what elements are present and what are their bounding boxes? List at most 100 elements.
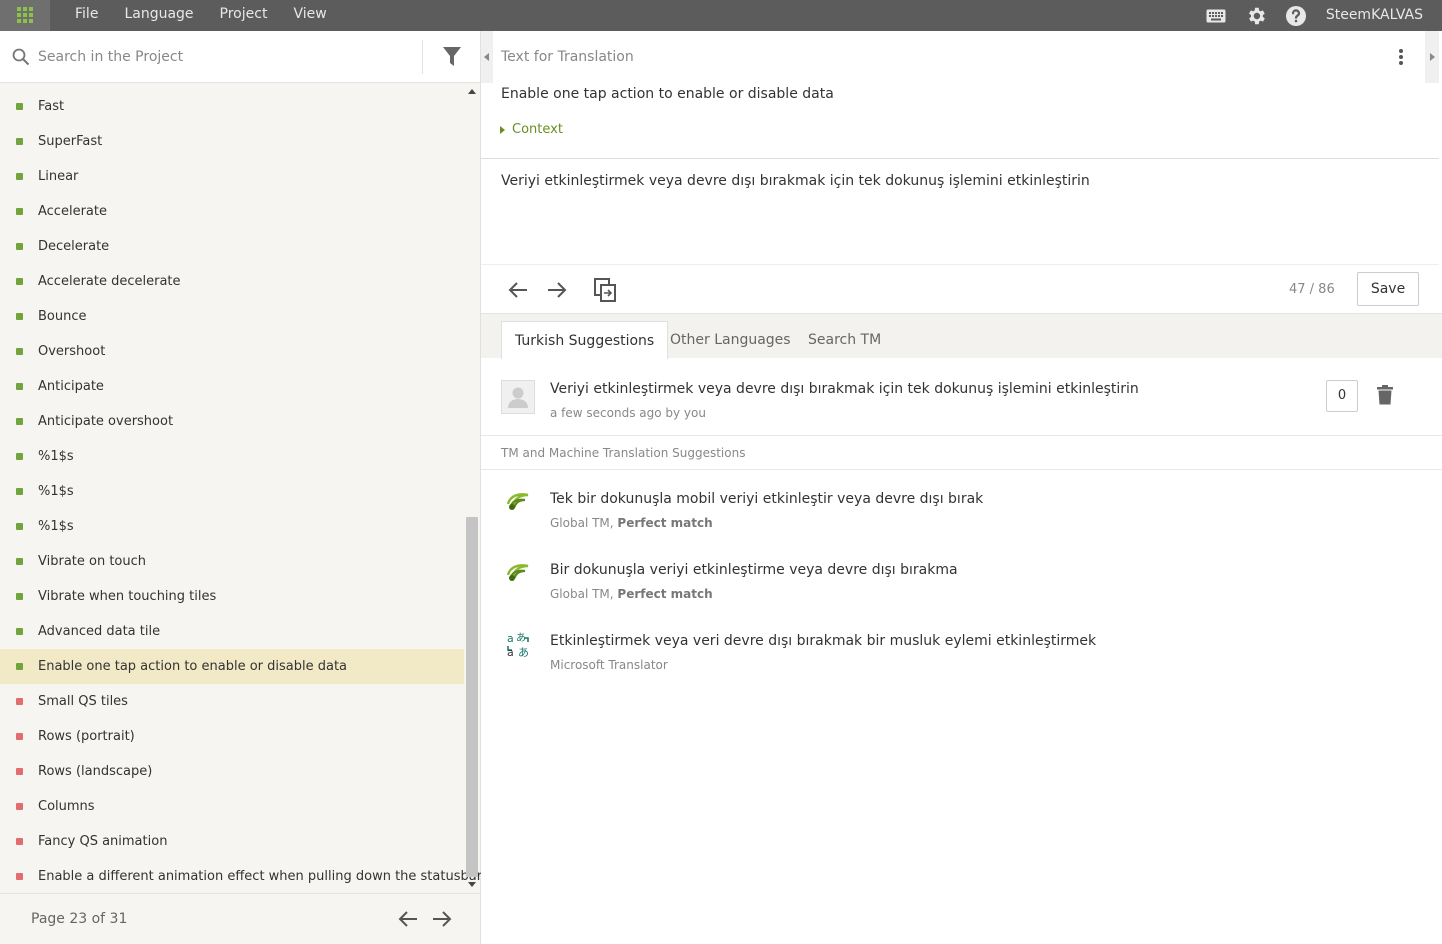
settings-button[interactable] — [1236, 0, 1276, 31]
string-list-item[interactable]: Overshoot — [0, 334, 464, 369]
translated-status-icon — [16, 208, 23, 215]
next-page-arrow-icon[interactable] — [432, 910, 452, 928]
tm-heading: TM and Machine Translation Suggestions — [481, 436, 1442, 470]
tm-suggestion-item[interactable]: Bir dokunuşla veriyi etkinleştirme veya … — [481, 546, 1442, 617]
suggestion-text[interactable]: Veriyi etkinleştirmek veya devre dışı bı… — [550, 381, 1139, 397]
string-list-item-label: Advanced data tile — [38, 624, 161, 639]
menu-view[interactable]: View — [280, 0, 339, 31]
scroll-down-arrow-icon[interactable] — [468, 882, 476, 887]
gear-icon — [1248, 7, 1265, 24]
translated-status-icon — [16, 453, 23, 460]
string-list-item-label: Overshoot — [38, 344, 106, 359]
more-options-icon[interactable] — [1393, 47, 1409, 67]
keyboard-shortcuts-button[interactable] — [1196, 0, 1236, 31]
suggestion-item[interactable]: Veriyi etkinleştirmek veya devre dışı bı… — [481, 358, 1442, 436]
context-toggle[interactable]: Context — [500, 122, 563, 137]
tab-search-tm[interactable]: Search TM — [795, 321, 894, 359]
save-button[interactable]: Save — [1357, 272, 1419, 306]
mt-suggestion-item[interactable]: a あ a あ Etkinleştirmek veya veri devre d… — [481, 617, 1442, 688]
strings-list: Fast SuperFast Linear Accelerate Decelerate A… — [0, 89, 482, 894]
string-list-item-label: Linear — [38, 169, 79, 184]
strings-scrollbar[interactable] — [464, 83, 480, 893]
microsoft-translator-icon: a あ a あ — [505, 631, 529, 657]
translation-text[interactable]: Veriyi etkinleştirmek veya devre dışı bı… — [501, 173, 1090, 189]
string-list-item[interactable]: Anticipate — [0, 369, 464, 404]
string-list-item[interactable]: Anticipate overshoot — [0, 404, 464, 439]
translated-status-icon — [16, 383, 23, 390]
svg-text:a: a — [507, 632, 514, 645]
string-list-item[interactable]: %1$s — [0, 474, 464, 509]
search-input[interactable] — [38, 45, 408, 69]
string-list-item[interactable]: SuperFast — [0, 124, 464, 159]
string-list-item[interactable]: Advanced data tile — [0, 614, 464, 649]
translated-status-icon — [16, 523, 23, 530]
filter-button[interactable] — [422, 40, 480, 74]
search-icon — [12, 48, 30, 66]
translated-status-icon — [16, 313, 23, 320]
scrollbar-thumb[interactable] — [466, 517, 478, 877]
string-list-item[interactable]: Columns — [0, 789, 464, 824]
menu-file[interactable]: File — [62, 0, 111, 31]
caret-right-icon — [500, 125, 505, 134]
string-list-item-label: Accelerate decelerate — [38, 274, 181, 289]
string-list-item[interactable]: Small QS tiles — [0, 684, 464, 719]
untranslated-status-icon — [16, 698, 23, 705]
string-list-item-label: Anticipate — [38, 379, 104, 394]
collapse-left-panel-button[interactable] — [481, 31, 493, 83]
previous-page-arrow-icon[interactable] — [398, 910, 418, 928]
string-list-item[interactable]: Enable one tap action to enable or disab… — [0, 649, 464, 684]
untranslated-status-icon — [16, 768, 23, 775]
arrow-left-icon — [508, 282, 527, 298]
string-list-item[interactable]: Fancy QS animation — [0, 824, 464, 859]
translation-editor[interactable]: Veriyi etkinleştirmek veya devre dışı bı… — [481, 160, 1439, 264]
string-list-item[interactable]: Decelerate — [0, 229, 464, 264]
untranslated-status-icon — [16, 873, 23, 880]
string-list-item[interactable]: Enable a different animation effect when… — [0, 859, 482, 894]
string-list-item[interactable]: Linear — [0, 159, 464, 194]
search-bar — [0, 31, 480, 83]
string-list-item[interactable]: Vibrate when touching tiles — [0, 579, 464, 614]
trash-icon[interactable] — [1377, 385, 1393, 405]
translated-status-icon — [16, 278, 23, 285]
editor-toolbar: 47 / 86 Save — [481, 264, 1439, 313]
apps-grid-button[interactable] — [0, 0, 50, 31]
mt-suggestion-text[interactable]: Etkinleştirmek veya veri devre dışı bıra… — [550, 633, 1096, 649]
string-list-item[interactable]: %1$s — [0, 509, 464, 544]
editor-panel: Text for Translation Enable one tap acti… — [481, 31, 1442, 944]
string-list-item[interactable]: Fast — [0, 89, 464, 124]
arrow-right-icon — [548, 282, 567, 298]
redo-button[interactable] — [544, 277, 570, 303]
string-list-item[interactable]: %1$s — [0, 439, 464, 474]
string-list-item[interactable]: Rows (landscape) — [0, 754, 464, 789]
scroll-up-arrow-icon[interactable] — [468, 89, 476, 94]
string-list-item-label: Small QS tiles — [38, 694, 128, 709]
string-list-item[interactable]: Accelerate — [0, 194, 464, 229]
global-tm-icon — [506, 493, 529, 510]
tab-other-languages[interactable]: Other Languages — [657, 321, 804, 359]
string-list-item[interactable]: Vibrate on touch — [0, 544, 464, 579]
help-icon — [1285, 5, 1306, 26]
user-placeholder-icon — [508, 387, 528, 408]
translated-status-icon — [16, 663, 23, 670]
vote-count-button[interactable]: 0 — [1326, 380, 1358, 412]
collapse-right-panel-button[interactable] — [1425, 31, 1439, 83]
string-list-item[interactable]: Rows (portrait) — [0, 719, 464, 754]
menu-language[interactable]: Language — [111, 0, 206, 31]
copy-source-button[interactable] — [592, 277, 618, 303]
tm-suggestion-item[interactable]: Tek bir dokunuşla mobil veriyi etkinleşt… — [481, 475, 1442, 546]
string-list-item-label: Vibrate on touch — [38, 554, 147, 569]
undo-button[interactable] — [505, 277, 531, 303]
string-list-item[interactable]: Accelerate decelerate — [0, 264, 464, 299]
menu-project[interactable]: Project — [207, 0, 281, 31]
help-button[interactable] — [1276, 0, 1316, 31]
string-list-item[interactable]: Bounce — [0, 299, 464, 334]
tm-suggestion-text[interactable]: Bir dokunuşla veriyi etkinleştirme veya … — [550, 562, 958, 578]
tm-suggestion-text[interactable]: Tek bir dokunuşla mobil veriyi etkinleşt… — [550, 491, 983, 507]
user-menu[interactable]: SteemKALVAS — [1316, 1, 1442, 30]
string-list-item-label: %1$s — [38, 449, 74, 464]
string-list-item-label: Bounce — [38, 309, 87, 324]
tab-turkish-suggestions[interactable]: Turkish Suggestions — [501, 321, 669, 359]
translated-status-icon — [16, 488, 23, 495]
string-list-item-label: Vibrate when touching tiles — [38, 589, 217, 604]
string-list-item-label: Rows (landscape) — [38, 764, 153, 779]
